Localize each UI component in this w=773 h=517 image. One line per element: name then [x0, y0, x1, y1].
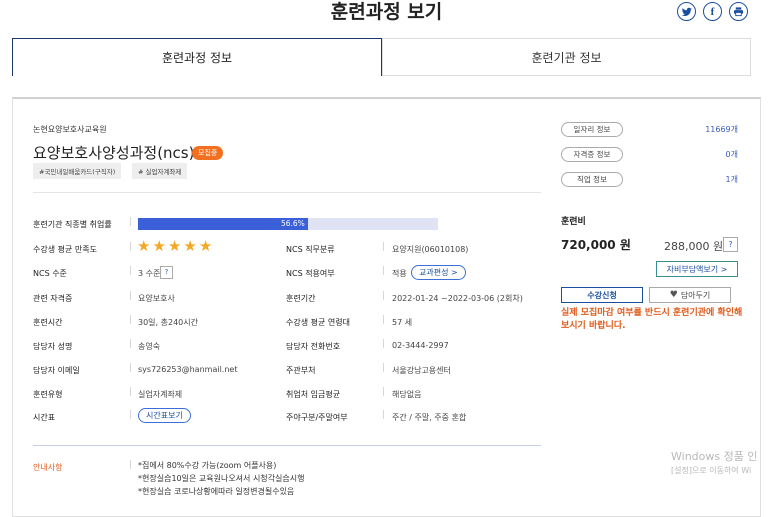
apply-warning: 실제 모집마감 여부를 반드시 훈련기관에 확인해보시기 바랍니다.	[561, 308, 743, 331]
occupation-count[interactable]: 1개	[650, 174, 738, 185]
ncs-category-label: NCS 직무분류	[286, 245, 335, 254]
type-label: 훈련유형	[33, 390, 63, 399]
cert-label: 관련 자격증	[33, 294, 73, 303]
separator: |	[129, 363, 133, 373]
notice-line: *집에서 80%수강 가능(zoom 어플사용)	[138, 461, 277, 470]
separator: |	[129, 266, 133, 276]
divider	[33, 192, 541, 193]
facebook-share-button[interactable]: f	[703, 2, 722, 21]
star-icon: ★	[167, 237, 184, 255]
employment-rate-label: 훈련기관 직종별 취업률	[33, 220, 112, 229]
jobs-count[interactable]: 11669개	[650, 124, 738, 135]
self-pay-value: 288,000 원	[664, 240, 724, 253]
fee-label: 훈련비	[561, 217, 586, 227]
save-button-label: 담아두기	[680, 290, 711, 300]
separator: |	[382, 266, 386, 276]
fee-help-button[interactable]: ?	[723, 237, 738, 252]
separator: |	[382, 291, 386, 301]
separator: |	[382, 315, 386, 325]
employment-rate-bar: 56.6%	[138, 218, 438, 230]
separator: |	[129, 242, 133, 252]
tag-account: # 실업자계좌제	[132, 163, 188, 179]
phone-value: 02-3444-2997	[392, 341, 449, 350]
twitter-icon	[681, 7, 692, 16]
notice-line: *현장실습 코로나상황에따라 일정변경될수있음	[138, 487, 295, 496]
cert-count[interactable]: 0개	[650, 149, 738, 160]
manager-label: 담당자 성명	[33, 342, 73, 351]
avg-age-label: 수강생 평균 연령대	[286, 318, 350, 327]
ncs-category-value: 요양지원(06010108)	[392, 245, 469, 254]
save-button[interactable]: ♥ 담아두기	[649, 287, 731, 303]
status-badge: 모집중	[192, 146, 224, 160]
separator: |	[129, 217, 133, 227]
agency-value: 서울강남고용센터	[392, 366, 451, 375]
hours-value: 30일, 총240시간	[138, 318, 198, 327]
agency-label: 주관부처	[286, 366, 316, 375]
separator: |	[129, 291, 133, 301]
separator: |	[382, 242, 386, 252]
avg-age-value: 57 세	[392, 318, 413, 327]
ncs-level-help-button[interactable]: ?	[160, 266, 173, 279]
hours-label: 훈련시간	[33, 318, 63, 327]
divider	[33, 445, 541, 446]
timetable-label: 시간표	[33, 413, 56, 422]
separator: |	[129, 460, 133, 470]
facebook-icon: f	[710, 5, 715, 18]
print-icon	[733, 7, 744, 17]
occupation-info-button[interactable]: 직업 정보	[561, 172, 623, 187]
cert-value: 요양보호사	[138, 294, 175, 303]
phone-label: 담당자 전화번호	[286, 342, 341, 351]
print-button[interactable]	[729, 2, 748, 21]
separator: |	[382, 339, 386, 349]
tag-card: #국민내일배움카드(구직자)	[33, 163, 122, 179]
email-value: sys726253@hanmail.net	[138, 365, 238, 374]
daytype-label: 주야구분/주말여부	[286, 413, 348, 422]
separator: |	[382, 363, 386, 373]
watermark-line: Windows 정품 인	[671, 450, 758, 463]
institution-name: 논현요양보호사교육원	[33, 125, 107, 134]
timetable-button[interactable]: 시간표보기	[138, 408, 191, 423]
apply-button[interactable]: 수강신청	[561, 287, 643, 303]
course-name: 요양보호사양성과정(ncs)	[33, 144, 195, 162]
star-icon: ★	[198, 237, 215, 255]
jobs-info-button[interactable]: 일자리 정보	[561, 122, 623, 137]
notice-label: 안내사항	[33, 463, 63, 472]
ncs-applied-value: 적용	[392, 269, 407, 278]
ncs-applied-label: NCS 적용여부	[286, 269, 335, 278]
star-icon: ★	[152, 237, 168, 255]
period-value: 2022-01-24 ~2022-03-06 (2회차)	[392, 294, 523, 303]
separator: |	[129, 339, 133, 349]
wage-label: 취업처 임금평균	[286, 390, 341, 399]
fee-value: 720,000 원	[561, 238, 631, 252]
employment-rate-value: 56.6%	[280, 219, 305, 228]
twitter-share-button[interactable]	[677, 2, 696, 21]
ncs-level-label: NCS 수준	[33, 269, 67, 278]
satisfaction-label: 수강생 평균 만족도	[33, 245, 97, 254]
star-icon: ★	[183, 237, 199, 255]
heart-icon: ♥	[669, 290, 678, 300]
watermark-line: [설정]으로 이동하여 Wi	[671, 466, 752, 475]
wage-value: 해당없음	[392, 390, 422, 399]
employment-rate-fill: 56.6%	[138, 218, 308, 230]
star-icon: ★	[137, 237, 153, 255]
self-pay-button[interactable]: 자비부담액보기 >	[656, 261, 738, 277]
satisfaction-stars: ★★★★★	[137, 237, 214, 255]
notice-line: *현장실습10일은 교육원나오셔서 시청각실습시행	[138, 474, 305, 483]
daytype-value: 주간 / 주말, 주중 혼합	[392, 413, 467, 422]
tab-course-info[interactable]: 훈련과정 정보	[12, 38, 382, 76]
separator: |	[129, 410, 133, 420]
period-label: 훈련기간	[286, 294, 316, 303]
tab-institution-info[interactable]: 훈련기관 정보	[382, 38, 751, 76]
type-value: 실업자계좌제	[138, 390, 183, 399]
email-label: 담당자 이메일	[33, 366, 80, 375]
ncs-level-value: 3 수준	[138, 269, 161, 278]
page-title: 훈련과정 보기	[330, 1, 443, 23]
separator: |	[382, 410, 386, 420]
separator: |	[129, 387, 133, 397]
separator: |	[129, 315, 133, 325]
curriculum-button[interactable]: 교과편성 >	[411, 265, 466, 280]
separator: |	[382, 387, 386, 397]
cert-info-button[interactable]: 자격증 정보	[561, 147, 623, 162]
manager-value: 송영숙	[138, 342, 161, 351]
